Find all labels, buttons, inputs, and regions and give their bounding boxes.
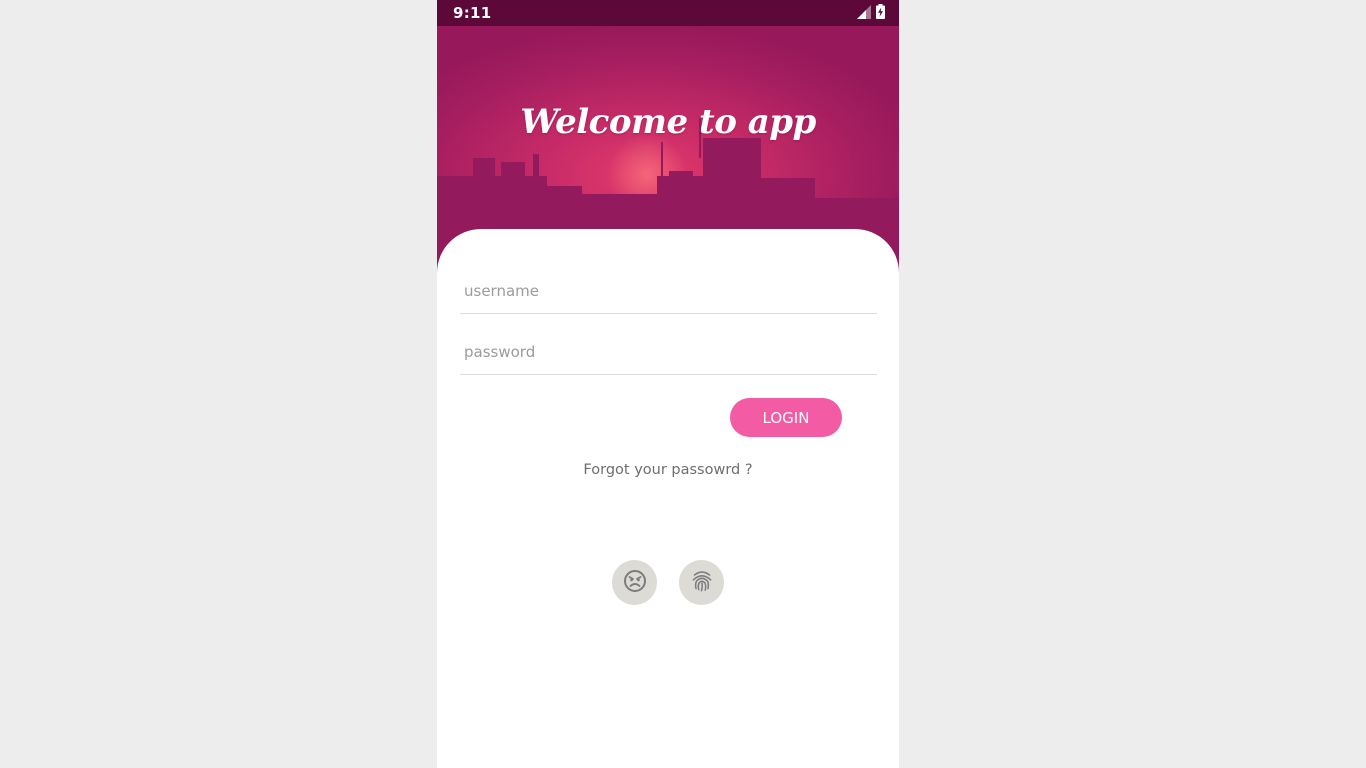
status-icons (857, 3, 885, 23)
signal-icon (857, 4, 871, 23)
fingerprint-login-button[interactable] (679, 560, 724, 605)
username-input[interactable] (464, 273, 864, 309)
login-card: LOGIN Forgot your passowrd ? (437, 229, 899, 768)
status-bar: 9:11 (437, 0, 899, 26)
face-recognition-icon (623, 569, 647, 597)
password-field (460, 334, 877, 375)
face-login-button[interactable] (612, 560, 657, 605)
fingerprint-icon (689, 568, 715, 598)
phone-screen: 9:11 Welcome to app username LOGIN Forgo… (437, 0, 899, 768)
welcome-title: Welcome to app (520, 102, 816, 142)
username-field (460, 273, 877, 314)
status-time: 9:11 (453, 4, 492, 22)
forgot-password-link[interactable]: Forgot your passowrd ? (437, 462, 899, 478)
battery-charging-icon (876, 3, 885, 23)
login-button[interactable]: LOGIN (730, 398, 842, 437)
password-input[interactable] (464, 334, 864, 370)
